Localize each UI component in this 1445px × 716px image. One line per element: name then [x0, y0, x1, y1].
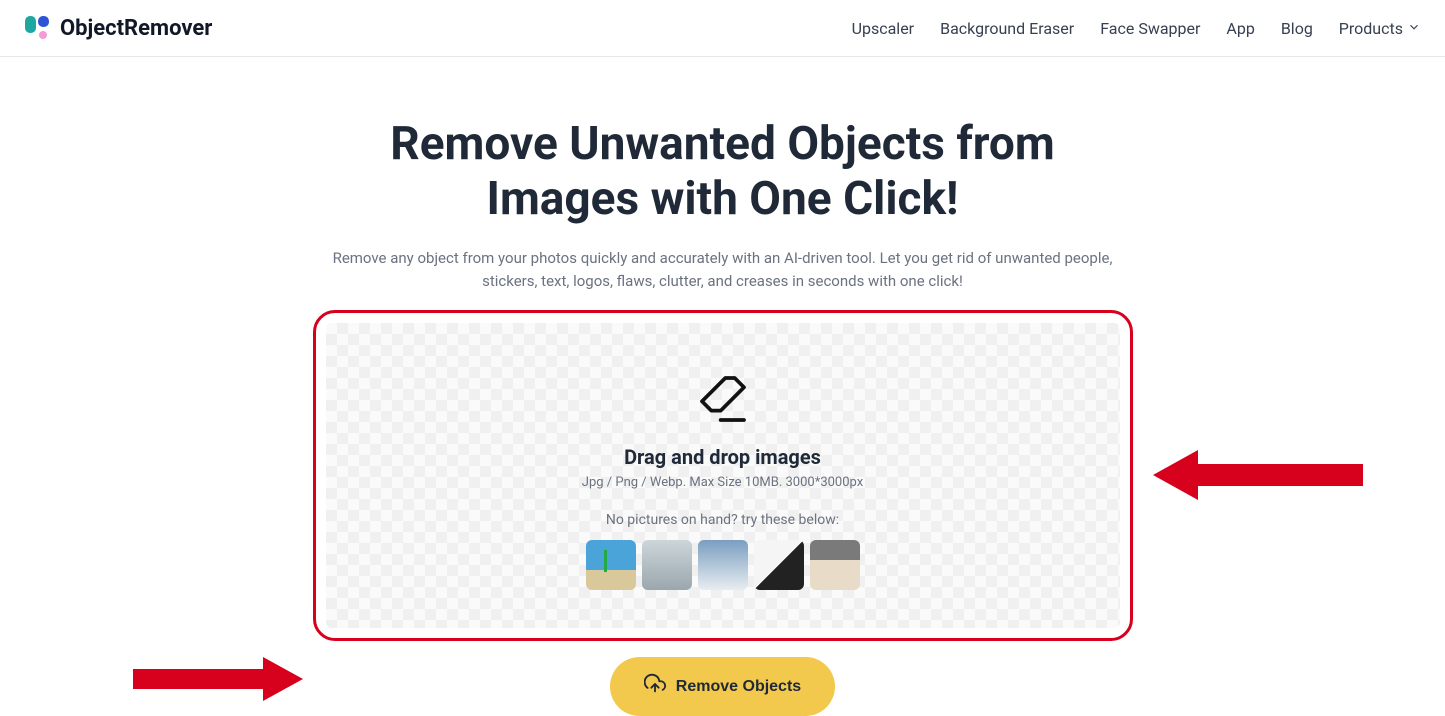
annotation-highlight-box: Drag and drop images Jpg / Png / Webp. M…: [313, 310, 1133, 641]
page-title: Remove Unwanted Objects from Images with…: [333, 117, 1113, 227]
nav-upscaler[interactable]: Upscaler: [852, 19, 915, 38]
logo[interactable]: ObjectRemover: [24, 14, 212, 42]
sample-thumb[interactable]: [810, 540, 860, 590]
nav-background-eraser[interactable]: Background Eraser: [940, 19, 1074, 38]
upload-section: Drag and drop images Jpg / Png / Webp. M…: [313, 310, 1133, 716]
drop-title: Drag and drop images: [624, 445, 821, 469]
logo-icon: [24, 14, 52, 42]
nav-blog[interactable]: Blog: [1281, 19, 1313, 38]
header: ObjectRemover Upscaler Background Eraser…: [0, 0, 1445, 57]
drop-zone[interactable]: Drag and drop images Jpg / Png / Webp. M…: [326, 323, 1120, 628]
nav-face-swapper[interactable]: Face Swapper: [1100, 19, 1200, 38]
sample-thumb[interactable]: [698, 540, 748, 590]
remove-objects-label: Remove Objects: [676, 678, 801, 696]
page-subtitle: Remove any object from your photos quick…: [333, 247, 1113, 292]
eraser-icon: [695, 371, 751, 431]
drop-try-label: No pictures on hand? try these below:: [606, 512, 839, 528]
chevron-down-icon: [1407, 19, 1421, 38]
sample-thumbnails: [586, 540, 860, 590]
annotation-arrow-icon: [1153, 440, 1373, 510]
main-nav: Upscaler Background Eraser Face Swapper …: [852, 19, 1421, 38]
hero: Remove Unwanted Objects from Images with…: [313, 117, 1133, 292]
brand-name: ObjectRemover: [60, 16, 212, 41]
cta-row: Remove Objects: [313, 657, 1133, 716]
nav-app[interactable]: App: [1226, 19, 1254, 38]
remove-objects-button[interactable]: Remove Objects: [610, 657, 835, 716]
cloud-upload-icon: [644, 673, 666, 700]
nav-products-label: Products: [1339, 19, 1403, 38]
nav-products[interactable]: Products: [1339, 19, 1421, 38]
drop-spec: Jpg / Png / Webp. Max Size 10MB. 3000*30…: [582, 475, 863, 490]
sample-thumb[interactable]: [586, 540, 636, 590]
sample-thumb[interactable]: [642, 540, 692, 590]
sample-thumb[interactable]: [754, 540, 804, 590]
annotation-arrow-icon: [133, 651, 303, 707]
